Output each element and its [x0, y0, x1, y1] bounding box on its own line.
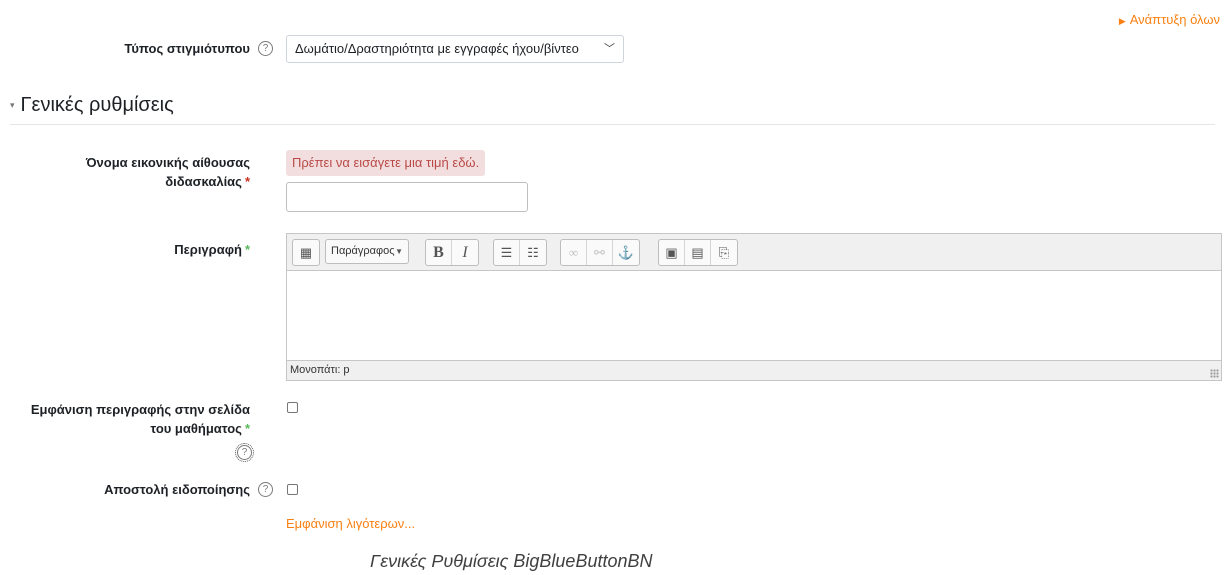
- description-editor[interactable]: ▦ Παράγραφος ▼ B I ☰ ☷ ∞ ⚯ ⚓ ▣ ▤ ⎘ Μονοπ…: [286, 233, 1222, 381]
- show-description-label-line2: του μαθήματος: [150, 421, 242, 436]
- italic-icon[interactable]: I: [452, 240, 478, 265]
- triangle-right-icon: ▶: [1118, 16, 1126, 26]
- error-message: Πρέπει να εισάγετε μια τιμή εδώ.: [286, 150, 486, 176]
- toolbar-group-format: B I: [425, 239, 479, 266]
- room-name-label-line1: Όνομα εικονικής αίθουσας: [85, 155, 250, 170]
- show-less-link[interactable]: Εμφάνιση λιγότερων...: [286, 516, 415, 531]
- instance-type-label: Τύπος στιγμιότυπου: [40, 39, 250, 58]
- bold-icon[interactable]: B: [426, 240, 452, 265]
- anchor-icon[interactable]: ⚓: [613, 240, 639, 265]
- expand-all-label: Ανάπτυξη όλων: [1129, 12, 1220, 27]
- resize-grip-icon[interactable]: [1210, 369, 1219, 378]
- help-icon[interactable]: ?: [235, 443, 254, 462]
- dropdown-arrow-icon: ▼: [395, 247, 403, 256]
- toolbar-group-media: ▣ ▤ ⎘: [658, 239, 738, 266]
- help-icon[interactable]: ?: [258, 41, 273, 56]
- help-icon[interactable]: ?: [258, 482, 273, 497]
- instance-type-selected: Δωμάτιο/Δραστηριότητα με εγγραφές ήχου/β…: [295, 41, 579, 56]
- toolbar-toggle-icon[interactable]: ▦: [293, 240, 319, 265]
- section-title: Γενικές ρυθμίσεις: [20, 94, 174, 116]
- unlink-icon[interactable]: ⚯: [587, 240, 613, 265]
- toolbar-group-links: ∞ ⚯ ⚓: [560, 239, 640, 266]
- caret-icon: ▾: [10, 100, 15, 111]
- paste-icon[interactable]: ⎘: [711, 240, 737, 265]
- media-icon[interactable]: ▤: [685, 240, 711, 265]
- editor-path: Μονοπάτι: p: [290, 364, 350, 376]
- editor-status-bar: Μονοπάτι: p: [287, 360, 1221, 380]
- instance-type-select[interactable]: Δωμάτιο/Δραστηριότητα με εγγραφές ήχου/β…: [286, 35, 624, 63]
- show-description-checkbox[interactable]: [287, 402, 298, 413]
- ordered-list-icon[interactable]: ☷: [520, 240, 546, 265]
- editor-content-area[interactable]: [287, 271, 1221, 362]
- required-icon: *: [244, 174, 250, 189]
- chevron-down-icon: ﹀: [604, 43, 615, 55]
- toolbar-group-toggle: ▦: [292, 239, 320, 266]
- room-name-label-line2: διδασκαλίας: [165, 174, 242, 189]
- figure-caption: Γενικές Ρυθμίσεις BigBlueButtonBN: [370, 551, 653, 571]
- send-notification-label-text: Αποστολή ειδοποίησης: [104, 482, 250, 497]
- show-description-label-line1: Εμφάνιση περιγραφής στην σελίδα: [30, 402, 250, 417]
- unordered-list-icon[interactable]: ☰: [494, 240, 520, 265]
- room-name-input[interactable]: [286, 182, 528, 212]
- send-notification-checkbox[interactable]: [287, 484, 298, 495]
- description-label-text: Περιγραφή: [174, 242, 242, 257]
- required-icon: *: [244, 421, 250, 436]
- expand-all-link[interactable]: ▶ Ανάπτυξη όλων: [1119, 12, 1220, 27]
- section-header-general[interactable]: ▾ Γενικές ρυθμίσεις: [10, 94, 174, 117]
- required-icon: *: [244, 242, 250, 257]
- show-description-label: Εμφάνιση περιγραφής στην σελίδα του μαθή…: [10, 400, 250, 438]
- toolbar-group-lists: ☰ ☷: [493, 239, 547, 266]
- image-icon[interactable]: ▣: [659, 240, 685, 265]
- editor-toolbar: ▦ Παράγραφος ▼ B I ☰ ☷ ∞ ⚯ ⚓ ▣ ▤ ⎘: [287, 234, 1221, 271]
- send-notification-label: Αποστολή ειδοποίησης: [40, 480, 250, 499]
- room-name-label: Όνομα εικονικής αίθουσας διδασκαλίας *: [40, 153, 250, 191]
- paragraph-style-select[interactable]: Παράγραφος ▼: [325, 239, 409, 264]
- section-divider: [10, 124, 1215, 125]
- paragraph-style-label: Παράγραφος: [331, 245, 395, 257]
- description-label: Περιγραφή *: [40, 240, 250, 259]
- instance-type-label-text: Τύπος στιγμιότυπου: [124, 41, 250, 56]
- link-icon[interactable]: ∞: [561, 240, 587, 265]
